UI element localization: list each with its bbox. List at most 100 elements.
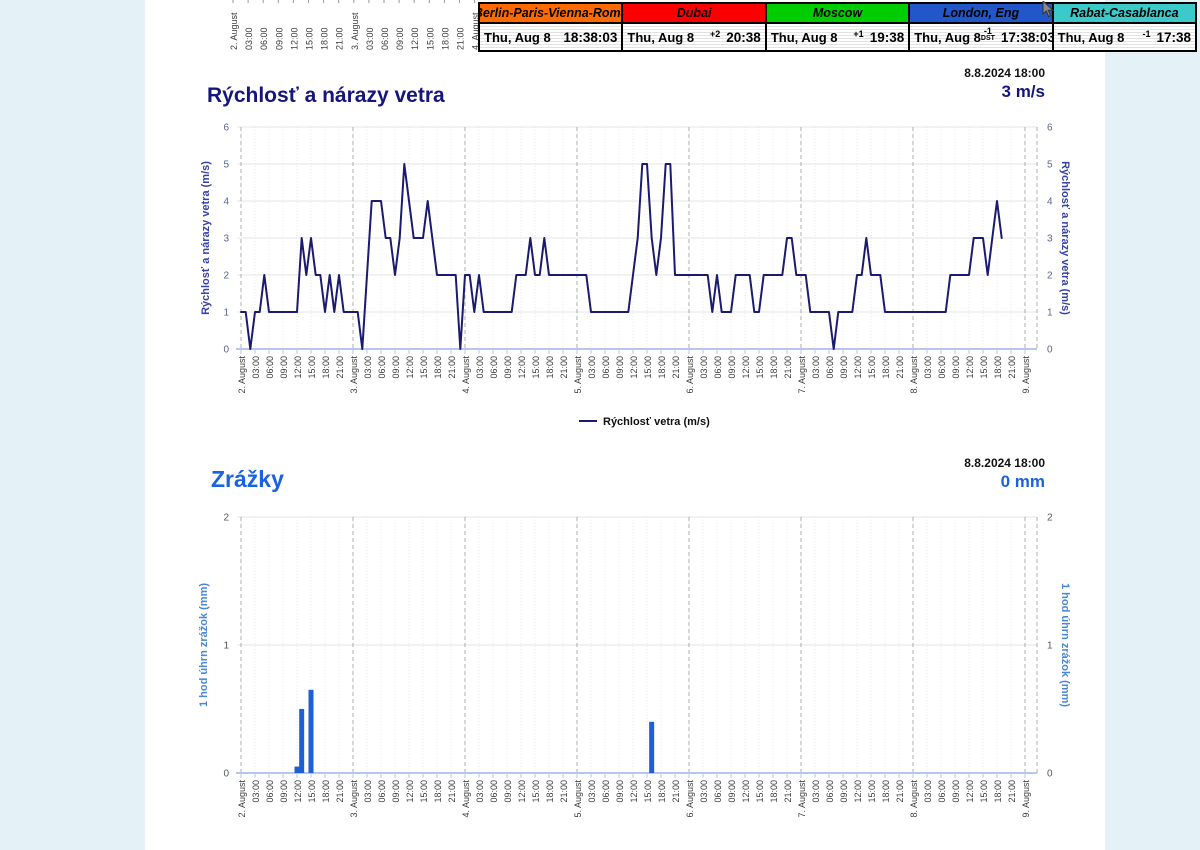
clock-date: Thu, Aug 8 <box>627 30 694 45</box>
svg-text:7. August: 7. August <box>797 356 807 394</box>
svg-text:15:00: 15:00 <box>867 356 877 379</box>
svg-text:1: 1 <box>1047 641 1053 652</box>
svg-text:18:00: 18:00 <box>993 780 1003 803</box>
precipitation-chart-plot: 0011221 hod úhrn zrážok (mm)1 hod úhrn z… <box>195 510 1100 850</box>
svg-text:09:00: 09:00 <box>503 780 513 803</box>
svg-text:21:00: 21:00 <box>783 356 793 379</box>
svg-text:3. August: 3. August <box>349 356 359 394</box>
clock-offset-dst: -1DST <box>981 27 995 42</box>
svg-text:06:00: 06:00 <box>489 780 499 803</box>
svg-text:18:00: 18:00 <box>657 356 667 379</box>
wind-current-reading: 8.8.2024 18:00 3 m/s <box>964 66 1045 102</box>
wind-series-line <box>241 164 1002 349</box>
svg-text:21:00: 21:00 <box>895 780 905 803</box>
svg-text:18:00: 18:00 <box>881 356 891 379</box>
clock-offset: +2 <box>710 30 720 38</box>
wind-chart-title: Rýchlosť a nárazy vetra <box>207 84 445 108</box>
clock-cell-berlin-paris-vienna-roma: Berlin-Paris-Vienna-Roma Thu, Aug 8 18:3… <box>480 4 621 50</box>
svg-text:15:00: 15:00 <box>425 27 435 50</box>
x-tick-labels: 2. August03:0006:0009:0012:0015:0018:002… <box>237 780 1031 818</box>
svg-text:12:00: 12:00 <box>741 780 751 803</box>
svg-text:6: 6 <box>1047 123 1053 134</box>
svg-text:15:00: 15:00 <box>867 780 877 803</box>
svg-text:18:00: 18:00 <box>769 356 779 379</box>
svg-text:21:00: 21:00 <box>335 356 345 379</box>
svg-text:06:00: 06:00 <box>601 356 611 379</box>
svg-text:5. August: 5. August <box>573 356 583 394</box>
svg-text:5: 5 <box>223 160 229 171</box>
precip-current-datetime: 8.8.2024 18:00 <box>964 456 1045 470</box>
svg-text:9. August: 9. August <box>1021 780 1031 818</box>
svg-text:09:00: 09:00 <box>391 780 401 803</box>
svg-text:03:00: 03:00 <box>365 27 375 50</box>
svg-text:03:00: 03:00 <box>811 356 821 379</box>
svg-text:09:00: 09:00 <box>279 356 289 379</box>
svg-text:18:00: 18:00 <box>545 356 555 379</box>
svg-text:2: 2 <box>223 513 229 524</box>
svg-text:Rýchlosť a nárazy vetra (m/s): Rýchlosť a nárazy vetra (m/s) <box>1059 161 1071 315</box>
svg-text:2: 2 <box>223 271 229 282</box>
svg-text:06:00: 06:00 <box>377 780 387 803</box>
svg-text:12:00: 12:00 <box>853 780 863 803</box>
svg-text:1: 1 <box>1047 308 1053 319</box>
horizontal-gridlines <box>237 517 1037 645</box>
svg-text:06:00: 06:00 <box>377 356 387 379</box>
svg-text:21:00: 21:00 <box>335 27 345 50</box>
svg-text:12:00: 12:00 <box>293 356 303 379</box>
svg-text:15:00: 15:00 <box>307 356 317 379</box>
clock-date: Thu, Aug 8 <box>484 30 551 45</box>
svg-text:21:00: 21:00 <box>783 780 793 803</box>
horizontal-gridlines <box>237 127 1037 312</box>
svg-text:8. August: 8. August <box>909 780 919 818</box>
svg-text:06:00: 06:00 <box>713 356 723 379</box>
svg-text:21:00: 21:00 <box>671 780 681 803</box>
svg-text:06:00: 06:00 <box>937 356 947 379</box>
svg-text:15:00: 15:00 <box>755 780 765 803</box>
svg-text:03:00: 03:00 <box>363 780 373 803</box>
svg-text:15:00: 15:00 <box>531 780 541 803</box>
svg-text:18:00: 18:00 <box>433 356 443 379</box>
svg-text:06:00: 06:00 <box>825 780 835 803</box>
svg-text:15:00: 15:00 <box>755 356 765 379</box>
svg-text:03:00: 03:00 <box>251 356 261 379</box>
clock-date: Thu, Aug 8 <box>771 30 838 45</box>
clock-time: 17:38 <box>1157 30 1192 45</box>
svg-text:Rýchlosť vetra (m/s): Rýchlosť vetra (m/s) <box>603 416 710 428</box>
svg-text:12:00: 12:00 <box>410 27 420 50</box>
svg-text:06:00: 06:00 <box>825 356 835 379</box>
precipitation-chart-title: Zrážky <box>211 466 284 493</box>
svg-text:3: 3 <box>1047 234 1053 245</box>
y-tick-labels: 001122 <box>223 513 1053 780</box>
svg-text:2. August: 2. August <box>229 12 239 50</box>
svg-text:09:00: 09:00 <box>391 356 401 379</box>
svg-text:18:00: 18:00 <box>657 780 667 803</box>
svg-text:03:00: 03:00 <box>587 780 597 803</box>
svg-text:2: 2 <box>1047 271 1053 282</box>
clock-city-label: Moscow <box>767 4 908 24</box>
clock-city-label: Berlin-Paris-Vienna-Roma <box>480 4 621 24</box>
svg-text:12:00: 12:00 <box>289 27 299 50</box>
svg-text:4. August: 4. August <box>461 356 471 394</box>
svg-text:09:00: 09:00 <box>615 780 625 803</box>
svg-text:5. August: 5. August <box>573 780 583 818</box>
svg-text:18:00: 18:00 <box>440 27 450 50</box>
svg-text:6. August: 6. August <box>685 780 695 818</box>
clock-city-label: Rabat-Casablanca <box>1054 4 1195 24</box>
wind-current-value: 3 m/s <box>964 82 1045 102</box>
svg-text:06:00: 06:00 <box>601 780 611 803</box>
svg-text:12:00: 12:00 <box>405 356 415 379</box>
svg-text:09:00: 09:00 <box>503 356 513 379</box>
svg-text:06:00: 06:00 <box>265 780 275 803</box>
svg-text:1: 1 <box>223 308 229 319</box>
svg-text:18:00: 18:00 <box>545 780 555 803</box>
svg-text:6: 6 <box>223 123 229 134</box>
svg-text:09:00: 09:00 <box>951 780 961 803</box>
svg-text:03:00: 03:00 <box>699 780 709 803</box>
svg-text:03:00: 03:00 <box>363 356 373 379</box>
svg-text:21:00: 21:00 <box>456 27 466 50</box>
svg-text:15:00: 15:00 <box>419 356 429 379</box>
svg-text:2: 2 <box>1047 513 1053 524</box>
svg-text:18:00: 18:00 <box>321 356 331 379</box>
clock-date: Thu, Aug 8 <box>914 30 981 45</box>
precip-current-value: 0 mm <box>964 472 1045 492</box>
